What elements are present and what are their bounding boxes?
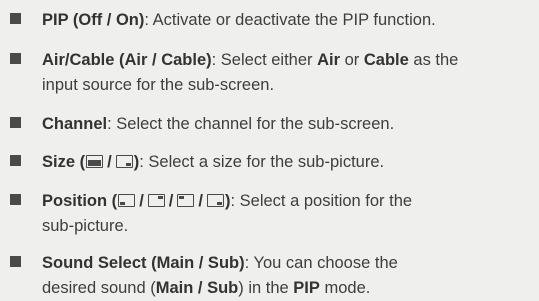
pip-settings-list: PIP (Off / On): Activate or deactivate t…: [0, 0, 539, 297]
item-text: Size (/): Select a size for the sub-pict…: [42, 150, 534, 175]
bullet-square: [10, 53, 21, 64]
paren-open: (: [107, 192, 118, 210]
item-description: or: [340, 51, 364, 69]
item-description-line2: input source for the sub-screen.: [42, 76, 275, 94]
bullet-square: [10, 256, 21, 267]
separator: /: [168, 192, 174, 210]
separator: /: [107, 153, 112, 171]
size-large-icon: [86, 155, 104, 168]
item-description: as the: [408, 51, 459, 69]
item-description: : Select either: [211, 51, 318, 69]
position-top-right-icon: [147, 194, 165, 207]
bullet-square: [10, 155, 21, 166]
item-description: : You can choose the: [244, 254, 398, 272]
bullet-square: [10, 194, 21, 205]
position-bottom-right-icon: [206, 194, 224, 207]
item-text: Sound Select (Main / Sub): You can choos…: [42, 251, 534, 301]
bullet-square: [10, 117, 21, 128]
item-label: Air/Cable (Air / Cable): [42, 51, 212, 69]
option-air: Air: [317, 51, 341, 69]
item-text: PIP (Off / On): Activate or deactivate t…: [42, 8, 534, 33]
separator: /: [198, 192, 203, 210]
item-text: Channel: Select the channel for the sub-…: [42, 112, 534, 137]
position-top-left-icon: [177, 194, 195, 207]
item-description: : Select a size for the sub-picture.: [139, 153, 385, 171]
item-description: : Activate or deactivate the PIP functio…: [144, 11, 436, 29]
item-label: Sound Select (Main / Sub): [42, 254, 245, 272]
item-description: : Select a position for the: [230, 192, 413, 210]
item-description-line2: desired sound (: [42, 279, 156, 297]
separator: /: [139, 192, 144, 210]
item-description: : Select the channel for the sub-screen.: [107, 115, 395, 133]
item-label: PIP (Off / On): [42, 11, 145, 29]
item-text: Position (/ / /): Select a position for th…: [42, 189, 534, 239]
bullet-square: [10, 13, 21, 24]
option-cable: Cable: [363, 51, 409, 69]
item-label: Channel: [42, 115, 108, 133]
option-main-sub: Main / Sub: [155, 279, 239, 297]
item-label: Position: [42, 192, 108, 210]
position-bottom-left-icon: [118, 194, 136, 207]
item-description-line2: mode.: [319, 279, 371, 297]
item-description-line2: ) in the: [238, 279, 294, 297]
paren-open: (: [75, 153, 86, 171]
option-pip: PIP: [293, 279, 320, 297]
item-description-line2: sub-picture.: [42, 217, 129, 235]
size-small-icon: [115, 155, 133, 168]
item-text: Air/Cable (Air / Cable): Select either A…: [42, 48, 534, 98]
item-label: Size: [42, 153, 76, 171]
